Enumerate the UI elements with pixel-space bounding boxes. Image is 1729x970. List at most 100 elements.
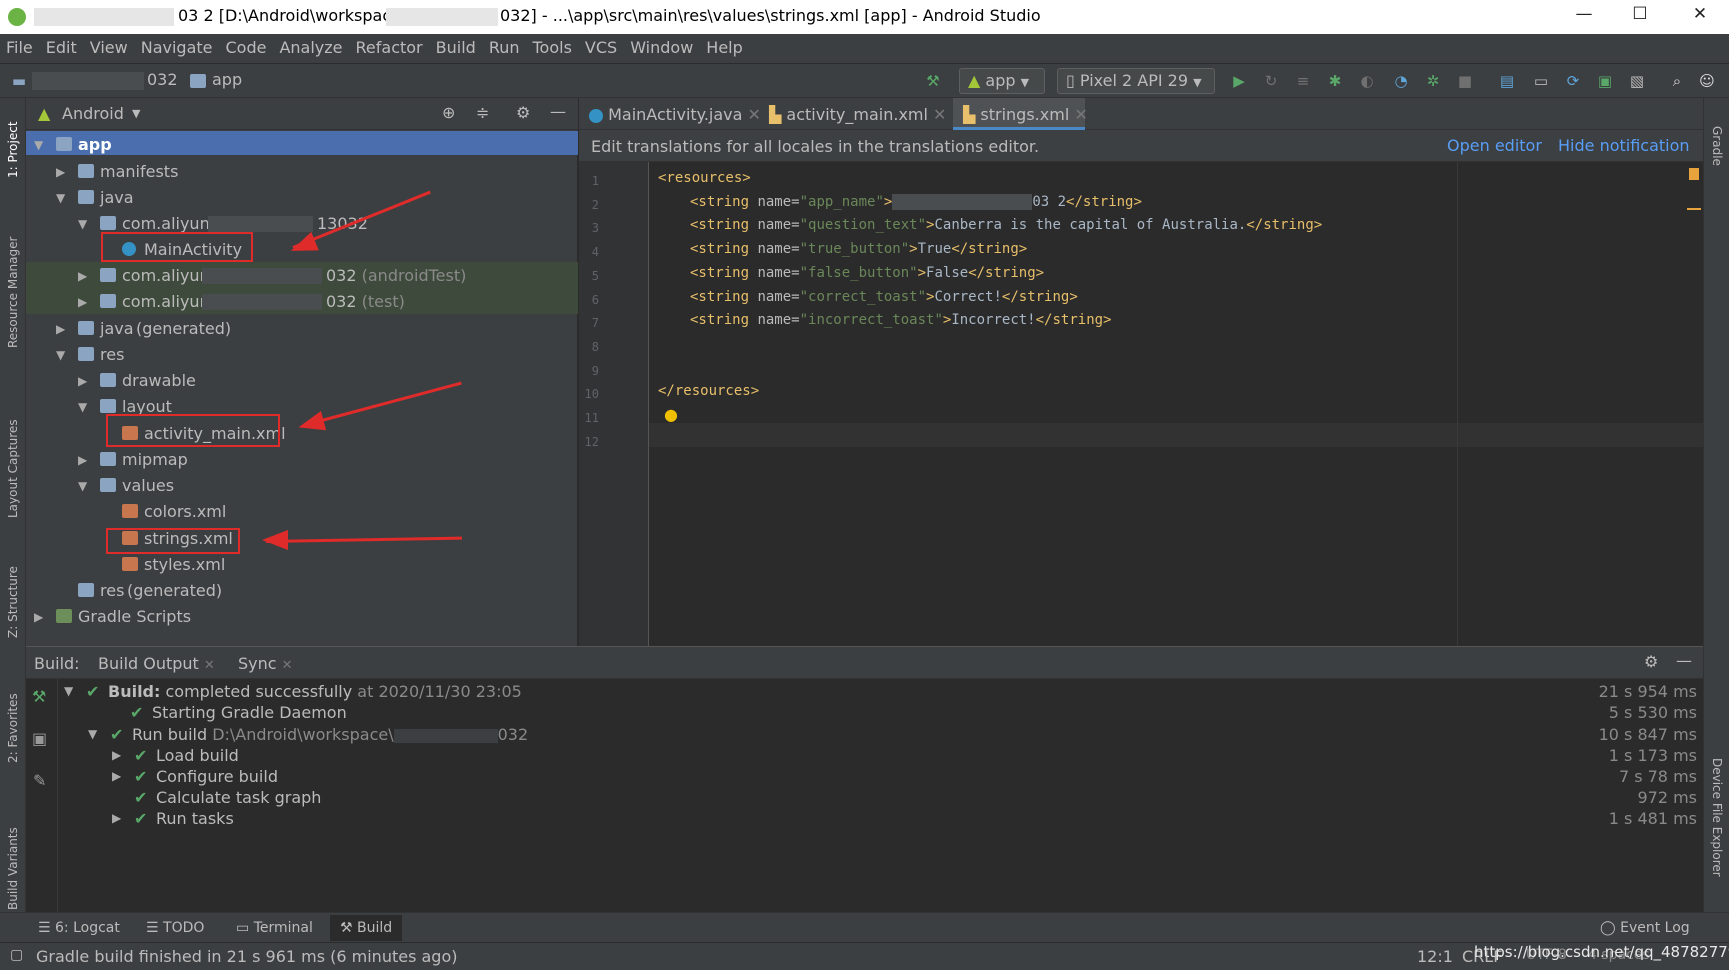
layout-captures-tool-tab[interactable]: Layout Captures <box>6 419 20 518</box>
build-tree-row[interactable]: ▶ ✔ Run tasks 1 s 481 ms <box>26 808 1703 829</box>
tab-sync[interactable]: Sync ✕ <box>238 654 293 673</box>
hide-panel-icon[interactable]: — <box>1676 651 1692 670</box>
resource-manager-tool-tab[interactable]: Resource Manager <box>6 237 20 348</box>
build-tree-row[interactable]: ▶ ✔ Load build 1 s 173 ms <box>26 745 1703 766</box>
chevron-right-icon[interactable]: ▶ <box>78 447 87 473</box>
menu-item[interactable]: Analyze <box>273 34 349 57</box>
project-tool-tab[interactable]: 1: Project <box>6 121 20 178</box>
close-icon[interactable]: ✕ <box>1074 105 1087 124</box>
menu-item[interactable]: Run <box>483 34 527 57</box>
build-tree-row[interactable]: ▼ ✔ Build: completed successfully at 2020/… <box>26 681 1703 702</box>
minimize-button[interactable]: — <box>1564 4 1604 30</box>
menu-item[interactable]: Build <box>430 34 483 57</box>
chevron-right-icon[interactable]: ▶ <box>56 159 65 185</box>
build-tree-row[interactable]: ✔ Starting Gradle Daemon 5 s 530 ms <box>26 702 1703 723</box>
sdk-manager-icon[interactable]: ▣ <box>1594 70 1616 92</box>
menu-item[interactable]: Help <box>700 34 749 57</box>
tab-activity-main-xml[interactable]: ▙ activity_main.xml ✕ <box>759 98 946 130</box>
device-select[interactable]: ▯ Pixel 2 API 29 ▼ <box>1057 68 1215 94</box>
hide-notification-link[interactable]: Hide notification <box>1558 136 1690 155</box>
build-variants-tool-tab[interactable]: Build Variants <box>6 827 20 910</box>
tree-node-colors-xml[interactable]: colors.xml <box>26 499 578 525</box>
debug-icon[interactable]: ✱ <box>1324 70 1346 92</box>
user-avatar-icon[interactable]: ☺ <box>1696 70 1718 92</box>
hide-panel-icon[interactable]: — <box>550 102 566 121</box>
close-icon[interactable]: ✕ <box>204 658 215 673</box>
tree-node-package-androidtest[interactable]: ▶ com.aliyun. 032 (androidTest) <box>26 263 578 289</box>
build-tree-row[interactable]: ✔ Calculate task graph 972 ms <box>26 787 1703 808</box>
menu-item[interactable]: VCS <box>579 34 624 57</box>
debug-attach-icon[interactable]: ✲ <box>1422 70 1444 92</box>
run-configuration-select[interactable]: ▲ app ▼ <box>959 68 1045 94</box>
chevron-down-icon[interactable]: ▼ <box>56 185 65 211</box>
avd-manager-icon[interactable]: ▭ <box>1530 70 1552 92</box>
stop-icon[interactable]: ■ <box>1454 70 1476 92</box>
run-icon[interactable]: ▶ <box>1228 70 1250 92</box>
logcat-tool-tab[interactable]: ☰ 6: Logcat <box>30 917 128 939</box>
event-log-tool-tab[interactable]: ◯ Event Log <box>1592 917 1698 939</box>
gear-icon[interactable]: ⚙ <box>516 103 530 122</box>
caret-position[interactable]: 12:1 <box>1417 947 1453 966</box>
close-icon[interactable]: ✕ <box>282 658 293 673</box>
chevron-right-icon[interactable]: ▶ <box>78 289 87 315</box>
apply-changes-icon[interactable]: ↻ <box>1260 70 1282 92</box>
apply-code-changes-icon[interactable]: ≡ <box>1292 70 1314 92</box>
gear-icon[interactable]: ⚙ <box>1644 652 1658 671</box>
chevron-right-icon[interactable]: ▶ <box>78 368 87 394</box>
close-button[interactable]: ✕ <box>1680 4 1720 30</box>
chevron-down-icon[interactable]: ▼ <box>64 681 73 702</box>
layout-inspector-icon[interactable]: ▧ <box>1626 70 1648 92</box>
attach-debugger-icon[interactable]: ◐ <box>1356 70 1378 92</box>
open-editor-link[interactable]: Open editor <box>1447 136 1542 155</box>
terminal-tool-tab[interactable]: ▭ Terminal <box>228 917 321 939</box>
tree-node-java-generated[interactable]: ▶ java (generated) <box>26 316 578 342</box>
chevron-down-icon[interactable]: ▼ <box>78 394 87 420</box>
warning-stripe[interactable] <box>1687 208 1701 210</box>
menu-item[interactable]: Tools <box>527 34 579 57</box>
maximize-button[interactable]: ☐ <box>1620 4 1660 30</box>
chevron-right-icon[interactable]: ▶ <box>112 745 121 766</box>
menu-item[interactable]: Window <box>624 34 700 57</box>
tree-node-package-test[interactable]: ▶ com.aliyun.c 032 (test) <box>26 289 578 315</box>
tree-node-styles-xml[interactable]: styles.xml <box>26 552 578 578</box>
menu-item[interactable]: Edit <box>40 34 84 57</box>
tab-mainactivity-java[interactable]: MainActivity.java ✕ <box>579 98 761 130</box>
project-view-select[interactable]: Android <box>62 104 124 123</box>
tree-node-app[interactable]: ▼ app <box>26 132 578 158</box>
breadcrumb-module[interactable]: app <box>212 70 242 89</box>
tree-node-values[interactable]: ▼ values <box>26 473 578 499</box>
tree-node-java[interactable]: ▼ java <box>26 185 578 211</box>
gradle-tool-tab[interactable]: Gradle <box>1710 126 1724 166</box>
chevron-right-icon[interactable]: ▶ <box>56 316 65 342</box>
tree-node-manifests[interactable]: ▶ manifests <box>26 159 578 185</box>
chevron-right-icon[interactable]: ▶ <box>112 808 121 829</box>
chevron-right-icon[interactable]: ▶ <box>34 604 43 630</box>
chevron-down-icon[interactable]: ▼ <box>56 342 65 368</box>
build-tree-row[interactable]: ▼ ✔ Run build D:\Android\workspace\ 032 10 s… <box>26 724 1703 745</box>
chevron-down-icon[interactable]: ▼ <box>34 132 43 158</box>
menu-item[interactable]: File <box>0 34 40 57</box>
make-project-hammer-icon[interactable]: ⚒ <box>922 70 944 92</box>
favorites-tool-tab[interactable]: 2: Favorites <box>6 693 20 763</box>
tree-node-mipmap[interactable]: ▶ mipmap <box>26 447 578 473</box>
tree-node-gradle-scripts[interactable]: ▶ Gradle Scripts <box>26 604 578 630</box>
build-tree-row[interactable]: ▶ ✔ Configure build 7 s 78 ms <box>26 766 1703 787</box>
sync-gradle-icon[interactable]: ⟳ <box>1562 70 1584 92</box>
chevron-right-icon[interactable]: ▶ <box>78 263 87 289</box>
tree-node-drawable[interactable]: ▶ drawable <box>26 368 578 394</box>
chevron-down-icon[interactable]: ▼ <box>78 473 87 499</box>
status-toggle-icon[interactable]: ▢ <box>10 947 23 963</box>
search-icon[interactable]: ⌕ <box>1666 70 1688 92</box>
build-tool-tab[interactable]: ⚒ Build <box>330 915 403 941</box>
tree-node-res[interactable]: ▼ res <box>26 342 578 368</box>
intention-bulb-icon[interactable]: ● <box>664 405 678 424</box>
chevron-down-icon[interactable]: ▼ <box>78 211 87 237</box>
menu-item[interactable]: Code <box>220 34 274 57</box>
menu-item[interactable]: Refactor <box>350 34 430 57</box>
tree-node-res-generated[interactable]: res (generated) <box>26 578 578 604</box>
project-structure-icon[interactable]: ▤ <box>1496 70 1518 92</box>
chevron-down-icon[interactable]: ▼ <box>88 724 97 745</box>
menu-item[interactable]: View <box>84 34 135 57</box>
breadcrumb-project[interactable]: 032 <box>147 70 178 89</box>
profile-icon[interactable]: ◔ <box>1390 70 1412 92</box>
